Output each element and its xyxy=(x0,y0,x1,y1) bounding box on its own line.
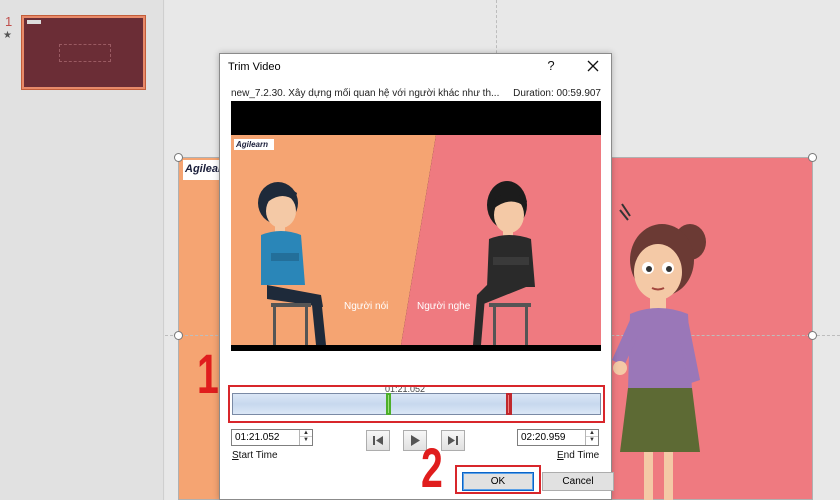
thumbnail-placeholder xyxy=(59,44,111,62)
start-trim-marker[interactable] xyxy=(386,393,391,415)
video-file-name: new_7.2.30. Xây dựng mối quan hệ với ngư… xyxy=(231,88,500,99)
end-time-label: End Time xyxy=(557,450,600,461)
video-logo: Agilearn xyxy=(234,139,274,150)
resize-handle-top-left[interactable] xyxy=(174,153,183,162)
resize-handle-middle-left[interactable] xyxy=(174,331,183,340)
end-time-spinner[interactable]: ▲ ▼ xyxy=(585,430,598,445)
end-time-down-icon[interactable]: ▼ xyxy=(586,437,598,444)
start-time-spinner[interactable]: ▲ ▼ xyxy=(299,430,312,445)
video-duration: Duration: 00:59.907 xyxy=(513,88,601,99)
label-listener: Người nghe xyxy=(417,301,471,312)
next-frame-button[interactable] xyxy=(441,430,465,451)
video-preview[interactable]: Agilearn xyxy=(231,101,601,351)
help-button[interactable]: ? xyxy=(542,58,560,76)
start-time-field[interactable]: ▲ ▼ xyxy=(231,429,313,446)
slide-transition-star-icon: ★ xyxy=(3,30,12,41)
slide-character-woman xyxy=(612,203,706,500)
start-time-input[interactable] xyxy=(232,430,300,445)
video-frame-scene xyxy=(231,135,601,345)
step-number-2: 2 xyxy=(421,436,443,499)
previous-frame-button[interactable] xyxy=(366,430,390,451)
resize-handle-top-right[interactable] xyxy=(808,153,817,162)
ok-button[interactable]: OK xyxy=(462,472,534,491)
slide-thumbnail[interactable] xyxy=(21,15,146,90)
slide-number: 1 xyxy=(5,14,13,29)
cancel-button[interactable]: Cancel xyxy=(542,472,614,491)
trim-timeline-track[interactable] xyxy=(232,393,601,415)
start-time-label: Start Time xyxy=(232,450,278,461)
step-number-1: 1 xyxy=(197,342,219,405)
end-time-input[interactable] xyxy=(518,430,586,445)
thumbnail-logo xyxy=(27,20,41,24)
end-time-up-icon[interactable]: ▲ xyxy=(586,430,598,437)
start-time-up-icon[interactable]: ▲ xyxy=(300,430,312,437)
start-time-down-icon[interactable]: ▼ xyxy=(300,437,312,444)
close-icon xyxy=(587,60,599,72)
close-button[interactable] xyxy=(582,56,604,76)
trim-video-dialog: Trim Video ? new_7.2.30. Xây dựng mối qu… xyxy=(219,53,614,500)
dialog-title: Trim Video xyxy=(228,61,281,73)
slide-thumbnail-pane: 1 ★ xyxy=(0,0,164,500)
label-speaker: Người nói xyxy=(344,301,389,312)
next-frame-icon xyxy=(448,436,458,445)
end-trim-marker[interactable] xyxy=(506,393,512,415)
end-time-field[interactable]: ▲ ▼ xyxy=(517,429,599,446)
previous-frame-icon xyxy=(373,436,383,445)
resize-handle-middle-right[interactable] xyxy=(808,331,817,340)
dialog-titlebar[interactable]: Trim Video ? xyxy=(220,54,611,80)
